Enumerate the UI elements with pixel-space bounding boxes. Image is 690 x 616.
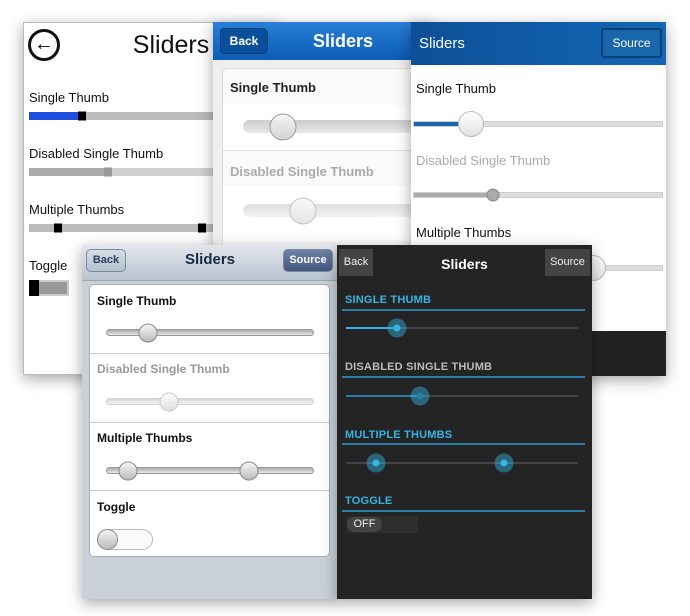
multiple-thumbs-slider[interactable] (346, 453, 578, 473)
page-title: Sliders (419, 35, 465, 52)
disabled-single-thumb-label: Disabled Single Thumb (230, 164, 374, 179)
single-thumb-label: Single Thumb (230, 80, 316, 95)
disabled-single-thumb-slider (346, 386, 578, 406)
multiple-thumbs-label: Multiple Thumbs (416, 225, 512, 240)
slider-fill (414, 193, 494, 197)
single-thumb-label: Single Thumb (29, 90, 109, 105)
single-thumb-slider[interactable] (346, 318, 578, 338)
toggle-label: Toggle (97, 500, 136, 514)
slider-card (222, 68, 433, 252)
slider-fill (29, 168, 109, 176)
disabled-single-thumb-label: DISABLED SINGLE THUMB (345, 361, 493, 373)
disabled-single-thumb-label: Disabled Single Thumb (29, 146, 164, 161)
single-thumb-label: SINGLE THUMB (345, 294, 432, 306)
multiple-thumbs-label: MULTIPLE THUMBS (345, 429, 453, 441)
multiple-thumbs-label: Multiple Thumbs (97, 431, 193, 445)
slider-thumb[interactable] (458, 111, 485, 137)
slider-thumb[interactable] (269, 113, 297, 140)
slider-thumb[interactable] (53, 223, 62, 233)
source-button[interactable]: Source (283, 249, 333, 272)
back-button[interactable]: Back (220, 28, 268, 54)
page-title: Sliders (313, 31, 374, 51)
slider-thumb[interactable] (104, 167, 113, 177)
android-dark-theme-panel: Back Sliders Source SINGLE THUMB DISABLE… (337, 245, 592, 599)
slider-thumb[interactable] (197, 223, 206, 233)
ios-classic-theme-panel: Back Sliders Source Single Thumb Disable… (82, 245, 338, 599)
single-thumb-label: Single Thumb (416, 81, 496, 96)
single-thumb-slider[interactable] (243, 113, 433, 140)
disabled-single-thumb-label: Disabled Single Thumb (97, 362, 230, 376)
slider-thumb[interactable] (387, 318, 407, 338)
source-button[interactable]: Source (601, 28, 662, 58)
toggle-switch[interactable] (97, 529, 153, 550)
toggle-state-label: OFF (347, 517, 382, 532)
slider-thumb[interactable] (486, 188, 500, 202)
slider-thumb[interactable] (239, 461, 259, 480)
single-thumb-label: Single Thumb (97, 294, 177, 308)
slider-card: Single Thumb Disabled Single Thumb Multi… (89, 284, 330, 557)
disabled-single-thumb-slider (106, 392, 314, 411)
single-thumb-slider[interactable] (413, 111, 663, 137)
slider-fill (29, 112, 82, 120)
slider-thumb[interactable] (77, 111, 86, 121)
slider-thumb[interactable] (366, 453, 386, 473)
slider-thumb[interactable] (138, 323, 158, 342)
multiple-thumbs-label: Multiple Thumbs (29, 202, 125, 217)
single-thumb-slider[interactable] (106, 323, 314, 342)
multiple-thumbs-slider[interactable] (106, 461, 314, 480)
slider-fill (346, 395, 421, 397)
toggle-switch[interactable]: OFF (346, 516, 418, 533)
source-button[interactable]: Source (545, 249, 590, 276)
toggle-switch[interactable] (29, 280, 69, 296)
slider-thumb[interactable] (410, 386, 430, 406)
slider-thumb[interactable] (118, 461, 138, 480)
disabled-single-thumb-slider (243, 197, 433, 224)
toggle-label: Toggle (29, 258, 68, 273)
disabled-single-thumb-slider (413, 188, 663, 202)
slider-thumb[interactable] (494, 453, 514, 473)
slider-thumb[interactable] (159, 392, 179, 411)
toggle-label: TOGGLE (345, 495, 393, 507)
ios-blue-theme-panel: Back Sliders Single Thumb Disabled Singl… (213, 22, 433, 252)
slider-thumb[interactable] (289, 197, 317, 224)
disabled-single-thumb-label: Disabled Single Thumb (416, 153, 551, 168)
